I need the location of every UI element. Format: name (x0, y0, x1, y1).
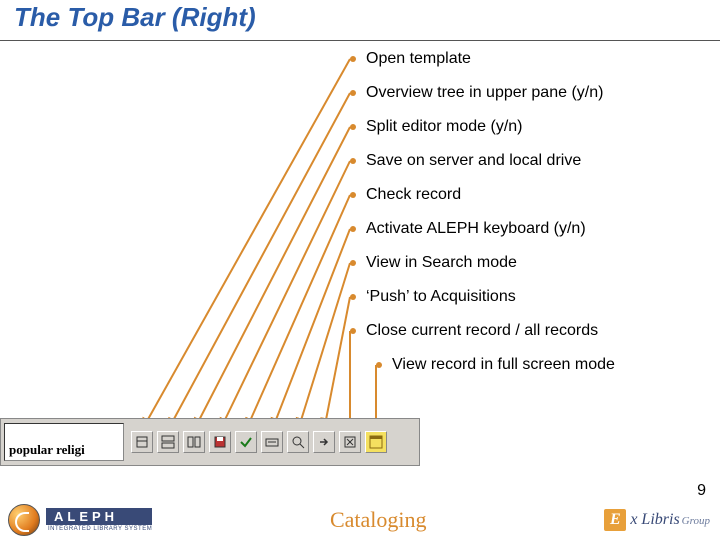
footer-right: E x LibrisGroup (604, 509, 720, 531)
push-acquisitions-button[interactable] (313, 431, 335, 453)
bullet-icon (376, 362, 382, 368)
bullet-icon (350, 158, 356, 164)
overview-tree-button[interactable] (157, 431, 179, 453)
bullet-text: Check record (366, 186, 461, 204)
bullet-text: Split editor mode (y/n) (366, 118, 523, 136)
footer-left: ALEPH INTEGRATED LIBRARY SYSTEM (0, 504, 152, 536)
bullet-icon (350, 294, 356, 300)
bullet-icon (350, 192, 356, 198)
save-button[interactable] (209, 431, 231, 453)
bullet-item: Close current record / all records (350, 322, 710, 340)
bullet-text: ‘Push’ to Acquisitions (366, 288, 516, 306)
bullet-icon (350, 226, 356, 232)
bullet-icon (350, 124, 356, 130)
exlibris-text: x LibrisGroup (630, 511, 710, 529)
aleph-logo-icon (8, 504, 40, 536)
bullet-icon (350, 260, 356, 266)
check-record-button[interactable] (235, 431, 257, 453)
bullet-text: View record in full screen mode (392, 356, 615, 374)
open-template-button[interactable] (131, 431, 153, 453)
bullet-item: ‘Push’ to Acquisitions (350, 288, 710, 306)
bullet-item: Check record (350, 186, 710, 204)
bullet-text: Overview tree in upper pane (y/n) (366, 84, 603, 102)
footer: ALEPH INTEGRATED LIBRARY SYSTEM Catalogi… (0, 500, 720, 540)
bullet-text: Save on server and local drive (366, 152, 581, 170)
bullet-item: View record in full screen mode (376, 356, 710, 374)
page-number: 9 (697, 482, 706, 500)
footer-center-label: Cataloging (152, 507, 604, 533)
title-underline (0, 40, 720, 41)
bullet-icon (350, 328, 356, 334)
toolbar: popular religi (0, 418, 420, 466)
bullet-icon (350, 56, 356, 62)
bullet-item: Split editor mode (y/n) (350, 118, 710, 136)
bullet-item: Save on server and local drive (350, 152, 710, 170)
page-title: The Top Bar (Right) (14, 2, 256, 33)
bullet-text: Activate ALEPH keyboard (y/n) (366, 220, 586, 238)
search-input[interactable]: popular religi (4, 423, 124, 461)
bullet-list: Open template Overview tree in upper pan… (350, 50, 710, 390)
bullet-text: Close current record / all records (366, 322, 598, 340)
view-search-button[interactable] (287, 431, 309, 453)
aleph-keyboard-button[interactable] (261, 431, 283, 453)
close-record-button[interactable] (339, 431, 361, 453)
bullet-item: Overview tree in upper pane (y/n) (350, 84, 710, 102)
split-editor-button[interactable] (183, 431, 205, 453)
aleph-brand: ALEPH INTEGRATED LIBRARY SYSTEM (46, 508, 152, 532)
bullet-item: Open template (350, 50, 710, 68)
bullet-text: View in Search mode (366, 254, 517, 272)
fullscreen-button[interactable] (365, 431, 387, 453)
toolbar-buttons (127, 419, 391, 465)
bullet-item: Activate ALEPH keyboard (y/n) (350, 220, 710, 238)
aleph-subtitle: INTEGRATED LIBRARY SYSTEM (46, 525, 152, 532)
bullet-item: View in Search mode (350, 254, 710, 272)
bullet-text: Open template (366, 50, 471, 68)
bullet-icon (350, 90, 356, 96)
exlibris-logo-icon: E (604, 509, 626, 531)
aleph-name: ALEPH (46, 508, 152, 525)
